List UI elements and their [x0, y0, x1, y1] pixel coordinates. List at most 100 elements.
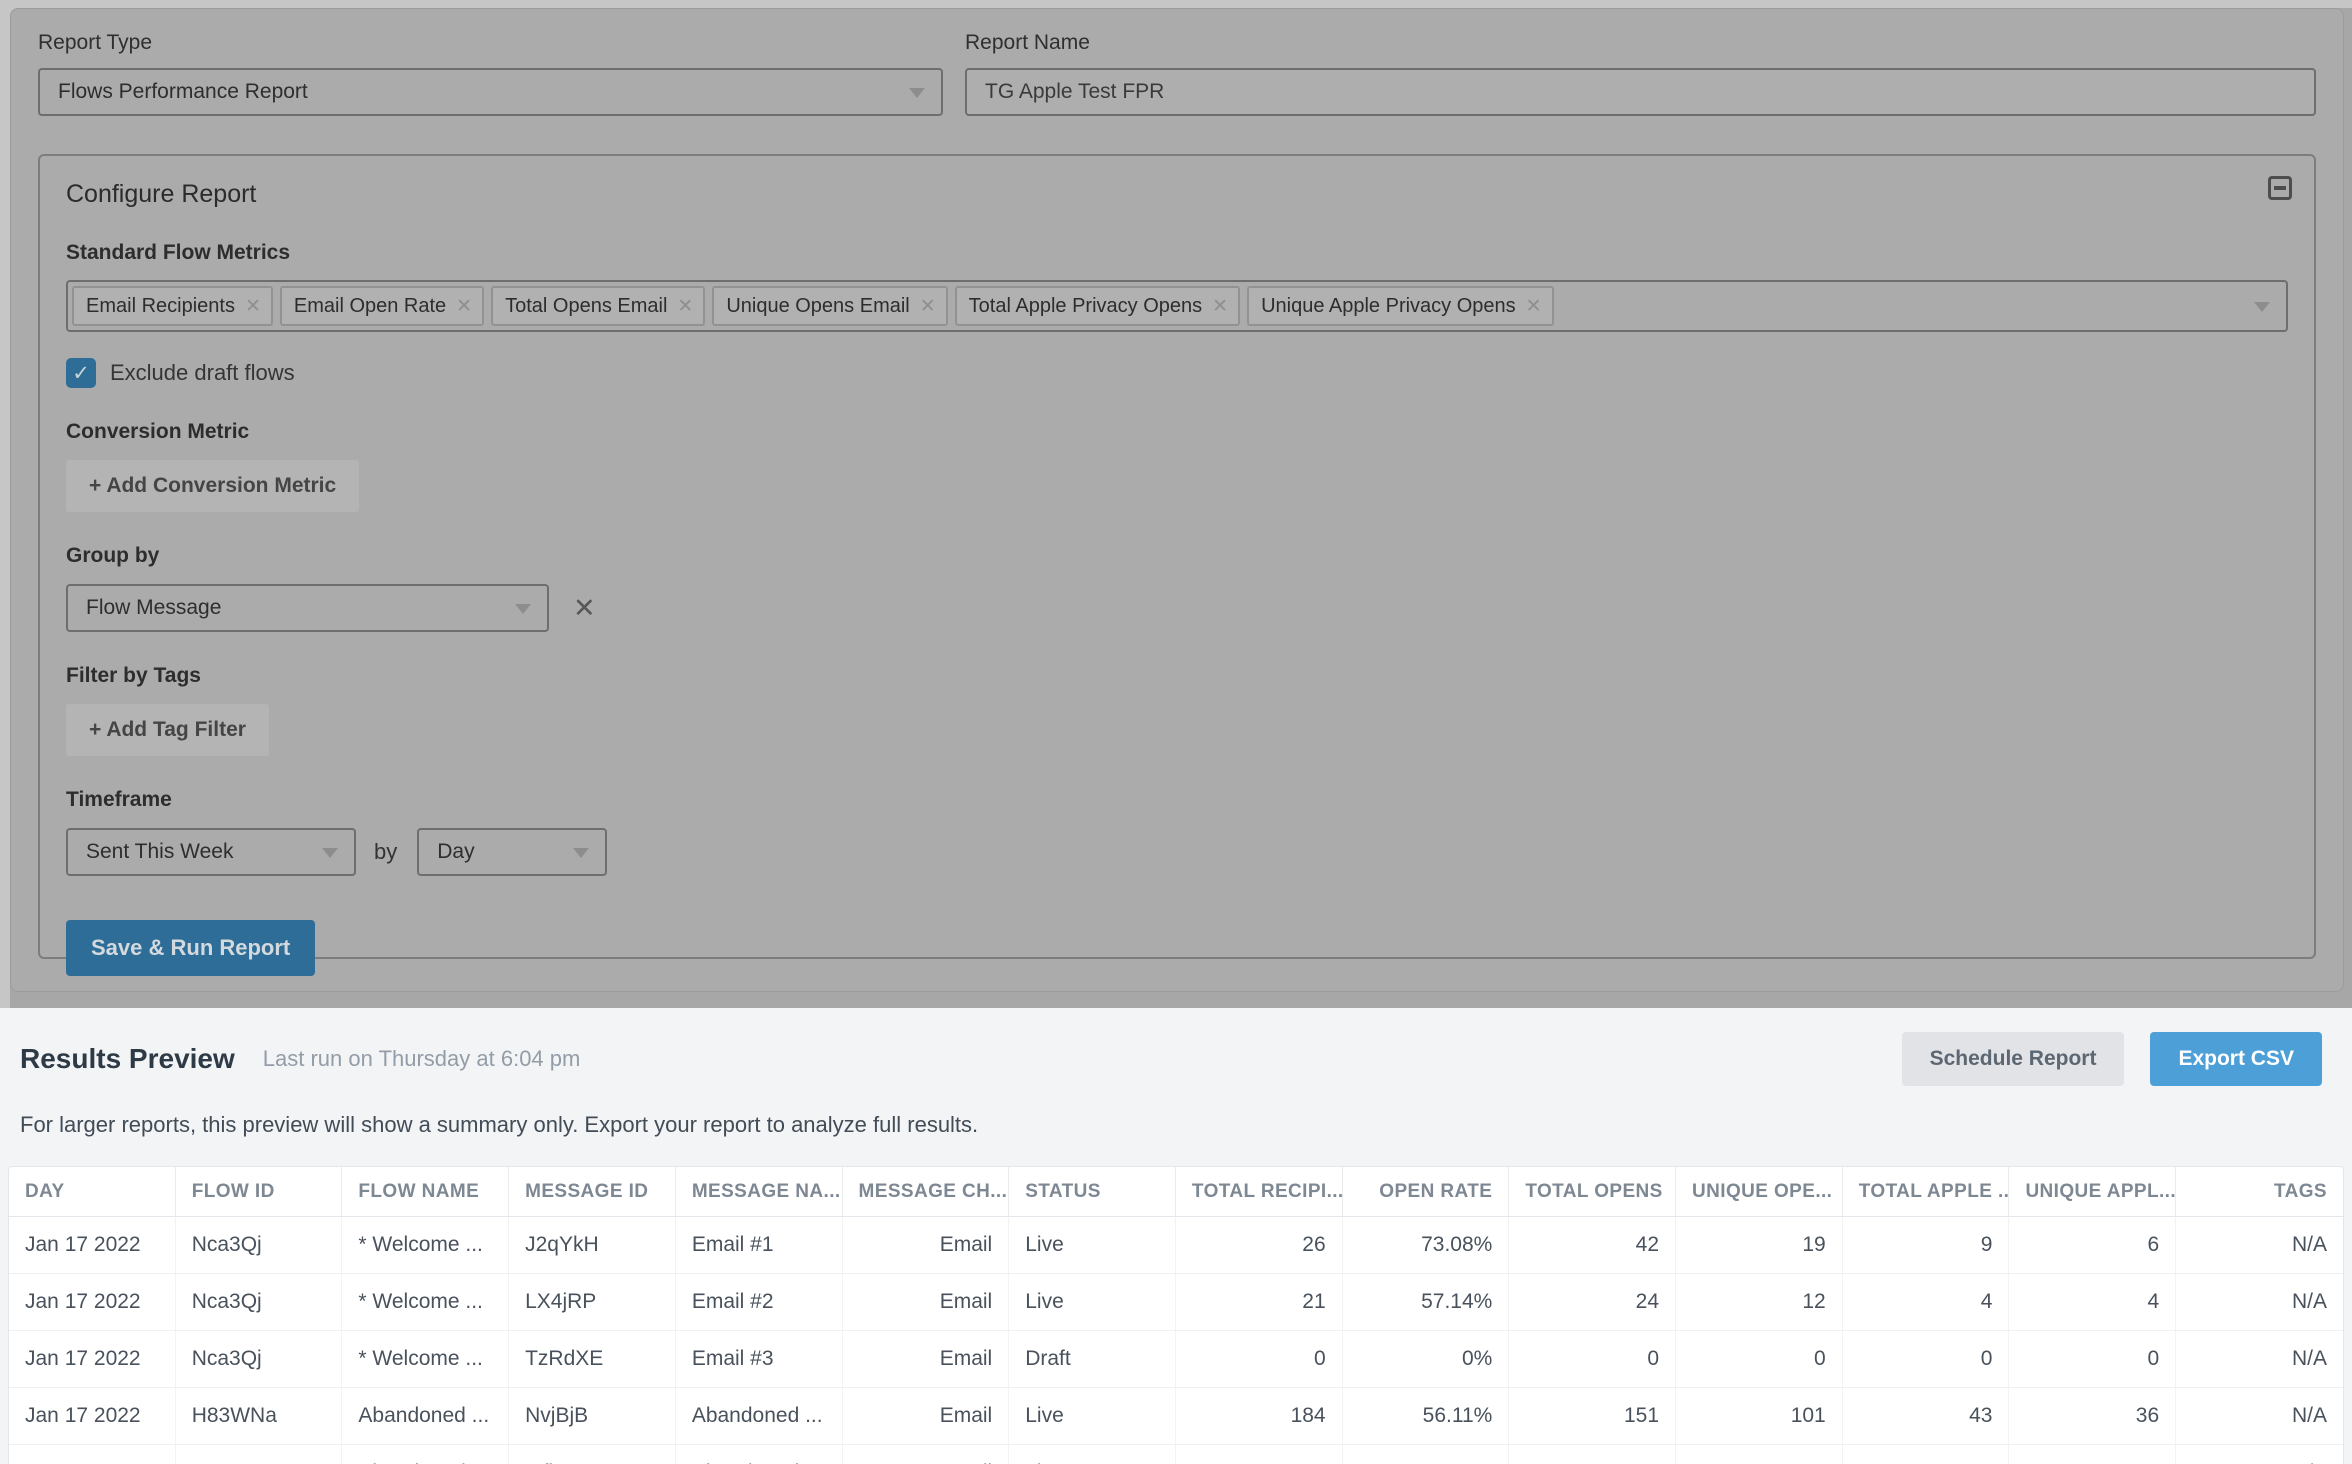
metric-chip[interactable]: Unique Apple Privacy Opens ✕: [1247, 286, 1554, 326]
remove-chip-icon[interactable]: ✕: [920, 297, 936, 316]
group-by-select[interactable]: Flow Message: [66, 584, 549, 632]
table-cell: 19: [1676, 1217, 1843, 1274]
metric-chip[interactable]: Email Open Rate ✕: [279, 286, 485, 326]
table-cell: 24: [1509, 1274, 1677, 1331]
timeframe-select[interactable]: Sent This Week: [66, 828, 356, 876]
add-tag-filter-button[interactable]: + Add Tag Filter: [66, 704, 269, 756]
remove-chip-icon[interactable]: ✕: [456, 297, 472, 316]
column-header-total-opens[interactable]: TOTAL OPENS: [1509, 1167, 1677, 1217]
table-cell: Jan 17 2022: [9, 1217, 176, 1274]
column-header-status[interactable]: STATUS: [1009, 1167, 1176, 1217]
results-table: DAY FLOW ID FLOW NAME MESSAGE ID MESSAGE NA.…: [8, 1166, 2344, 1464]
conversion-metric-label: Conversion Metric: [66, 420, 250, 443]
table-cell: N/A: [2176, 1445, 2343, 1464]
table-cell: Jan 17 2022: [9, 1274, 176, 1331]
save-run-report-button[interactable]: Save & Run Report: [66, 920, 316, 976]
exclude-draft-row[interactable]: ✓ Exclude draft flows: [66, 358, 2288, 388]
table-cell: N/A: [2176, 1274, 2343, 1331]
table-header-row: DAY FLOW ID FLOW NAME MESSAGE ID MESSAGE NA.…: [9, 1167, 2343, 1217]
table-cell: Email #1: [675, 1217, 843, 1274]
metric-chip[interactable]: Unique Opens Email ✕: [712, 286, 948, 326]
chevron-down-icon: [909, 88, 925, 98]
column-header-flow-name[interactable]: FLOW NAME: [342, 1167, 510, 1217]
column-header-message-na[interactable]: MESSAGE NA...: [675, 1167, 843, 1217]
table-cell: Draft: [1009, 1331, 1176, 1388]
last-run-text: Last run on Thursday at 6:04 pm: [262, 1046, 581, 1071]
column-header-message-id[interactable]: MESSAGE ID: [509, 1167, 676, 1217]
table-cell: Jan 17 2022: [9, 1388, 176, 1445]
add-conversion-metric-button[interactable]: + Add Conversion Metric: [66, 460, 360, 512]
column-header-day[interactable]: DAY: [9, 1167, 176, 1217]
column-header-unique-ope[interactable]: UNIQUE OPE...: [1676, 1167, 1843, 1217]
export-csv-button[interactable]: Export CSV: [2150, 1032, 2322, 1086]
table-cell: 101: [1676, 1388, 1843, 1445]
table-cell: 26: [1175, 1217, 1343, 1274]
table-cell: 0: [1676, 1331, 1843, 1388]
metrics-multiselect[interactable]: Email Recipients ✕ Email Open Rate ✕ Total O…: [66, 280, 2288, 332]
filter-by-tags-label: Filter by Tags: [66, 664, 201, 687]
remove-chip-icon[interactable]: ✕: [1526, 297, 1542, 316]
column-header-message-ch[interactable]: MESSAGE CH...: [842, 1167, 1010, 1217]
table-cell: 56.11%: [1342, 1388, 1510, 1445]
schedule-report-button[interactable]: Schedule Report: [1901, 1032, 2125, 1086]
table-cell: 0: [1509, 1331, 1677, 1388]
table-cell: Abandoned ...: [342, 1445, 510, 1464]
table-row: Jan 17 2022 Nca3Qj * Welcome ... J2qYkH Emai…: [9, 1217, 2343, 1274]
table-cell: 26: [2009, 1445, 2177, 1464]
metric-chip-label: Total Apple Privacy Opens: [968, 294, 1203, 317]
metric-chip-label: Email Recipients: [86, 294, 235, 317]
table-cell: 144: [1176, 1445, 1343, 1464]
metric-chip-label: Unique Opens Email: [726, 294, 910, 317]
remove-chip-icon[interactable]: ✕: [677, 297, 693, 316]
table-cell: 4: [2009, 1274, 2177, 1331]
table-cell: 73.08%: [1342, 1217, 1510, 1274]
table-cell: Email: [842, 1388, 1010, 1445]
metric-chip[interactable]: Total Opens Email ✕: [491, 286, 706, 326]
table-cell: N/A: [2176, 1217, 2343, 1274]
table-cell: 0: [1842, 1331, 2010, 1388]
remove-chip-icon[interactable]: ✕: [1212, 297, 1228, 316]
column-header-flow-id[interactable]: FLOW ID: [175, 1167, 343, 1217]
table-cell: 151: [1509, 1388, 1677, 1445]
collapse-panel-icon[interactable]: [2268, 176, 2292, 200]
results-preview-section: Results Preview Last run on Thursday at …: [0, 1008, 2352, 1464]
table-cell: H83WNa: [175, 1388, 343, 1445]
table-cell: Email: [842, 1331, 1010, 1388]
chevron-down-icon[interactable]: [2254, 302, 2270, 312]
table-cell: 6: [2009, 1217, 2177, 1274]
configure-report-panel: Configure Report Standard Flow Metrics E…: [38, 154, 2316, 976]
exclude-draft-checkbox[interactable]: ✓: [66, 358, 96, 388]
table-cell: Abandoned ...: [676, 1445, 843, 1464]
table-cell: 0: [2009, 1331, 2177, 1388]
report-config-card: Report Type Flows Performance Report Rep…: [10, 8, 2344, 992]
column-header-tags[interactable]: TAGS: [2176, 1167, 2343, 1217]
table-cell: H83WNa: [176, 1445, 343, 1464]
timeframe-by-text: by: [374, 839, 398, 864]
report-name-input[interactable]: [965, 68, 2316, 116]
metric-chip-label: Email Open Rate: [293, 294, 447, 317]
table-cell: NvjBjB: [509, 1388, 676, 1445]
column-header-open-rate[interactable]: OPEN RATE: [1342, 1167, 1510, 1217]
table-cell: 184: [1175, 1388, 1343, 1445]
table-cell: LX4jRP: [509, 1274, 676, 1331]
table-cell: 146: [1509, 1445, 1677, 1464]
standard-flow-metrics-label: Standard Flow Metrics: [66, 241, 291, 264]
report-type-value: Flows Performance Report: [58, 80, 308, 103]
configure-report-title: Configure Report: [66, 180, 257, 208]
remove-group-by-icon[interactable]: ✕: [573, 594, 596, 622]
table-cell: N/A: [2176, 1388, 2343, 1445]
column-header-unique-appl[interactable]: UNIQUE APPL...: [2009, 1167, 2177, 1217]
remove-chip-icon[interactable]: ✕: [245, 297, 261, 316]
metric-chip[interactable]: Email Recipients ✕: [72, 286, 273, 326]
column-header-total-recipi[interactable]: TOTAL RECIPI...: [1175, 1167, 1343, 1217]
timeframe-label: Timeframe: [66, 788, 172, 811]
report-type-select[interactable]: Flows Performance Report: [38, 68, 943, 116]
column-header-total-apple[interactable]: TOTAL APPLE ...: [1842, 1167, 2010, 1217]
table-cell: 12: [1676, 1274, 1843, 1331]
metric-chip[interactable]: Total Apple Privacy Opens ✕: [954, 286, 1241, 326]
table-cell: 30: [1843, 1445, 2010, 1464]
timeframe-value: Sent This Week: [86, 840, 234, 863]
table-cell: * Welcome ...: [342, 1274, 510, 1331]
timeframe-unit-select[interactable]: Day: [417, 828, 608, 876]
table-cell: 36: [2009, 1388, 2177, 1445]
